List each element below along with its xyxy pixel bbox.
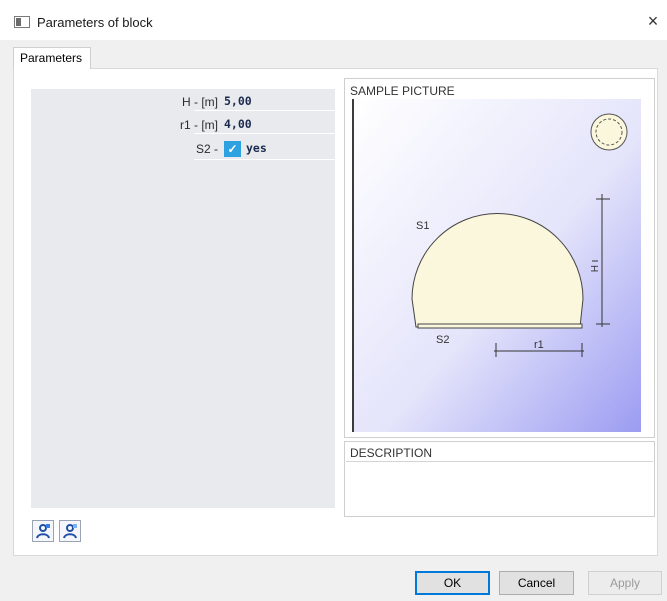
tab-parameters[interactable]: Parameters (13, 47, 91, 69)
apply-button[interactable]: Apply (588, 571, 662, 595)
param-value-s2: yes (246, 141, 267, 155)
label-r1: r1 (534, 339, 544, 351)
close-button[interactable]: × (639, 9, 667, 35)
param-label-h: H - [m] (182, 95, 218, 109)
param-value-h[interactable]: 5,00 (224, 94, 252, 108)
param-value-r1[interactable]: 4,00 (224, 117, 252, 131)
cancel-button[interactable]: Cancel (499, 571, 574, 595)
label-s1: S1 (416, 220, 429, 232)
param-label-r1: r1 - [m] (180, 118, 218, 132)
tunnel-diagram: S1 S2 H r1 (354, 99, 641, 432)
sample-picture: S1 S2 H r1 (352, 99, 641, 432)
user-remove-button[interactable] (59, 520, 81, 542)
window-icon (14, 16, 30, 28)
window-title: Parameters of block (37, 15, 153, 30)
title-bar: Parameters of block × (0, 0, 667, 40)
param-label-s2: S2 - (195, 142, 218, 156)
description-title: DESCRIPTION (350, 446, 433, 460)
user-add-icon (36, 524, 50, 539)
sample-picture-title: SAMPLE PICTURE (350, 84, 455, 98)
s2-checkbox[interactable]: ✓ (224, 141, 241, 157)
label-h: H (588, 265, 599, 272)
description-text (346, 461, 653, 515)
label-s2: S2 (436, 334, 449, 346)
user-add-button[interactable] (32, 520, 54, 542)
ok-button[interactable]: OK (415, 571, 490, 595)
user-remove-icon (63, 524, 77, 539)
